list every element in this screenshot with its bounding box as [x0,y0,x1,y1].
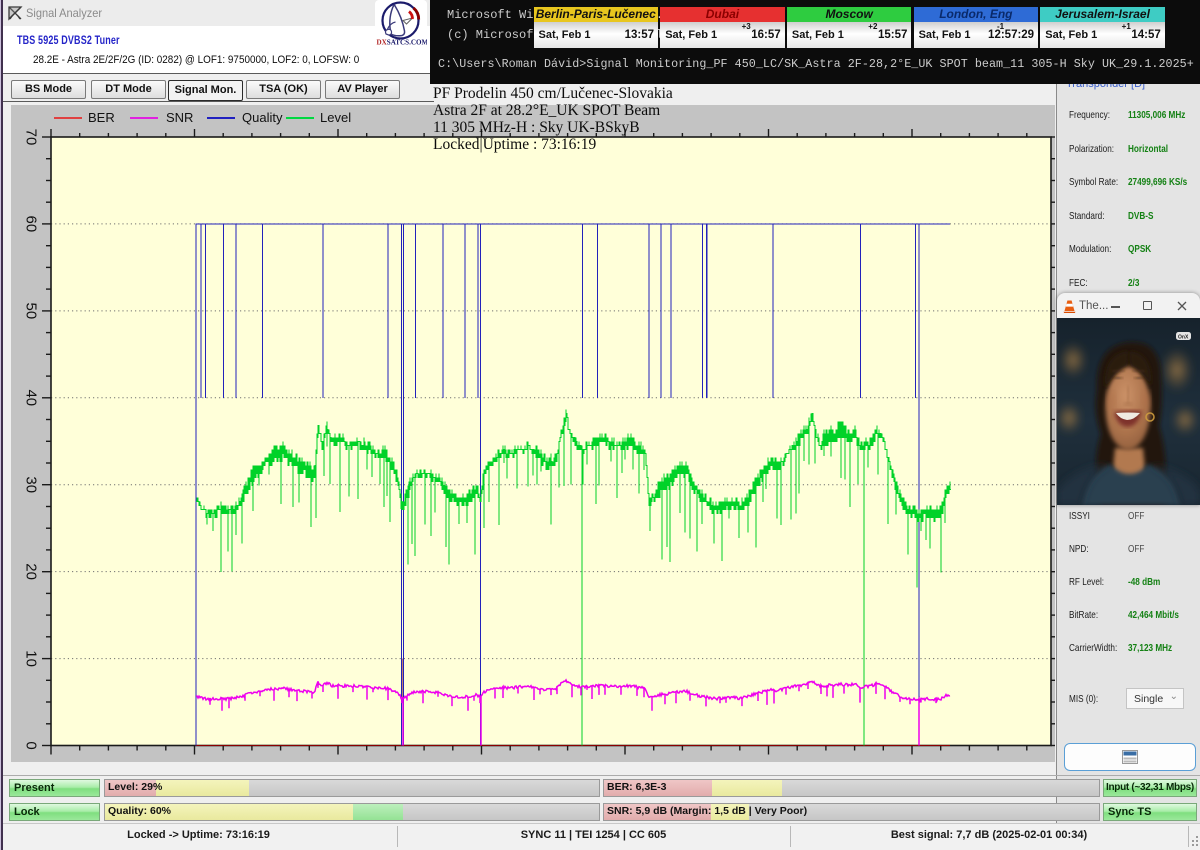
svg-text:DXSATCS.COM: DXSATCS.COM [377,39,428,47]
svg-text:30: 30 [23,476,40,493]
svg-text:60: 60 [23,216,40,233]
svg-text:20: 20 [23,563,40,580]
svg-text:0: 0 [23,741,40,749]
svg-text:40: 40 [23,389,40,406]
svg-text:10: 10 [23,650,40,667]
svg-text:50: 50 [23,303,40,320]
svg-text:70: 70 [23,129,40,146]
svg-text:OnX: OnX [1178,334,1189,340]
